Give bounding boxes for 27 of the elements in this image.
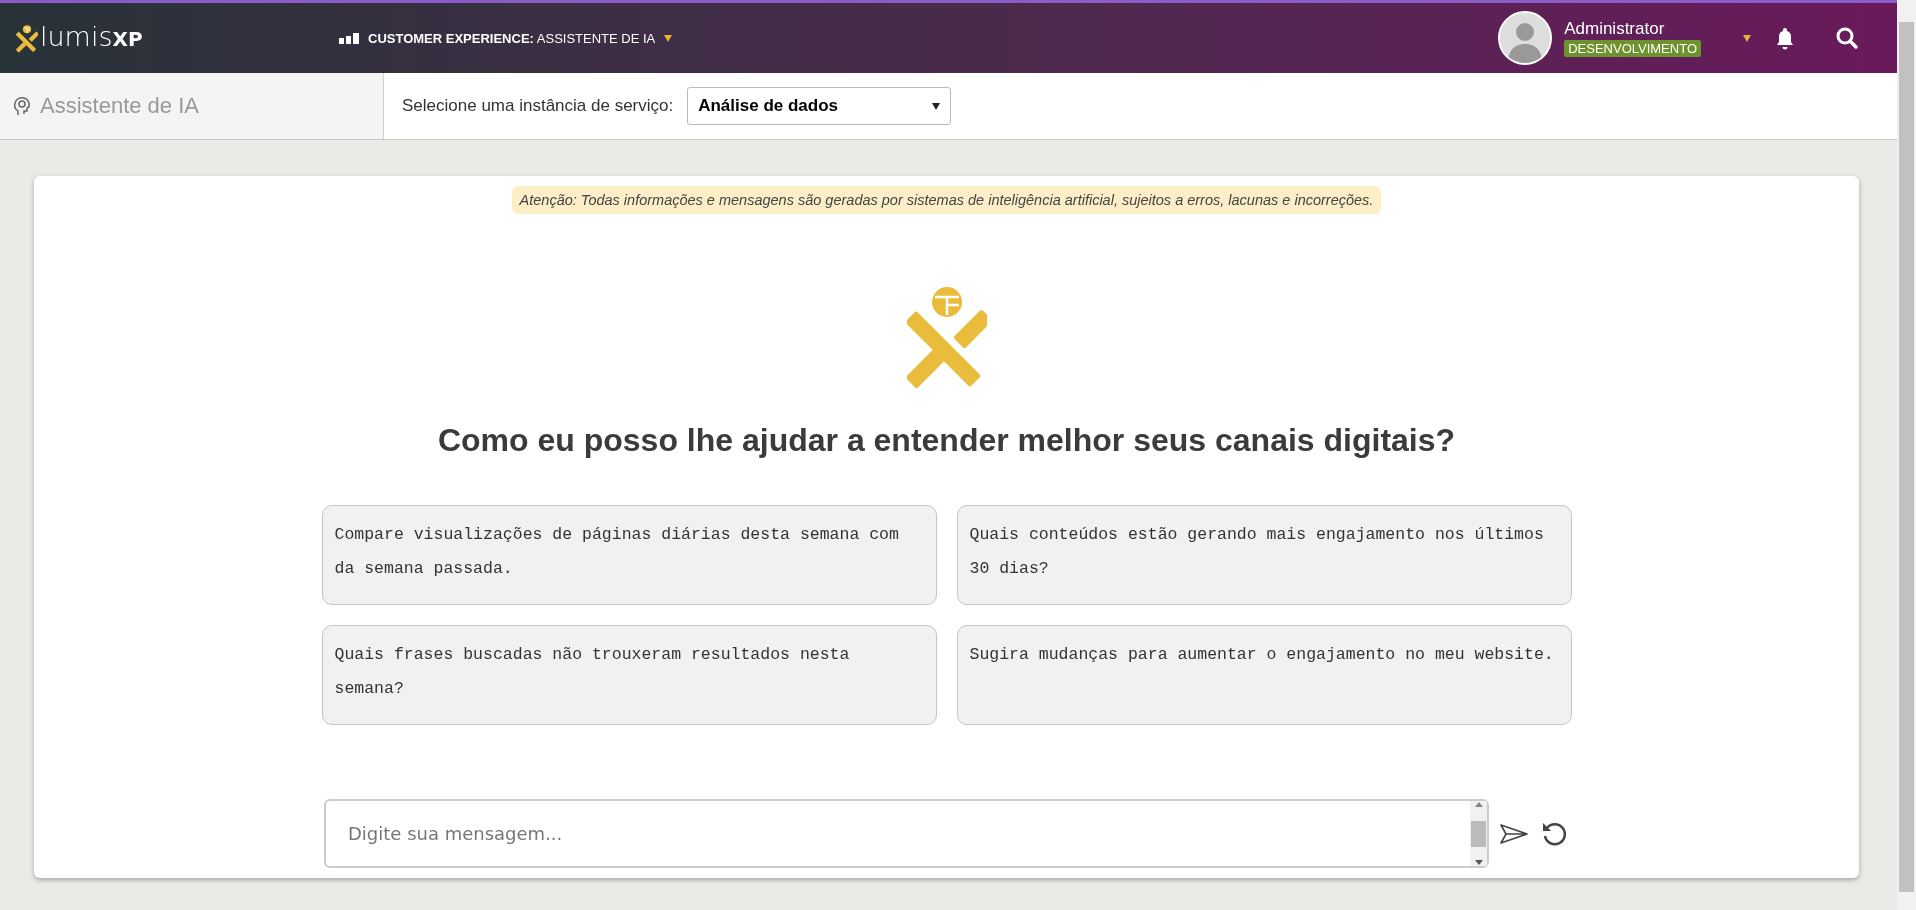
logo[interactable]: lumisXP	[40, 23, 143, 53]
mascot-icon	[906, 286, 987, 390]
chat-heading: Como eu posso lhe ajudar a entender melhor seus canais digitais?	[437, 422, 1456, 459]
message-box[interactable]: Digite sua mensagem...	[324, 799, 1489, 868]
search-icon[interactable]	[1835, 26, 1859, 50]
logo-icon	[16, 25, 38, 53]
head-gear-icon	[12, 96, 32, 116]
page-title: Assistente de IA	[40, 93, 199, 119]
caret-icon[interactable]	[932, 102, 941, 110]
suggestion-card[interactable]: Sugira mudanças para aumentar o engajamento no meu website.	[956, 625, 1572, 725]
caret-icon[interactable]	[1743, 34, 1751, 42]
instance-label: Selecione uma instância de serviço:	[402, 96, 674, 116]
scrollbar[interactable]	[1897, 0, 1916, 910]
suggestion-card[interactable]: Quais frases buscadas não trouxeram resultados nesta semana?	[321, 625, 937, 725]
context-selector[interactable]: CUSTOMER EXPERIENCE: ASSISTENTE DE IA	[368, 30, 656, 46]
environment-badge: DESENVOLVIMENTO	[1564, 40, 1701, 57]
instance-dropdown[interactable]: Análise de dados	[687, 87, 952, 125]
ai-notice: Atenção: Todas informações e mensagens são geradas por sistemas de inteligência artificial, sujeitos a erros, lacunas e incorreções.	[511, 186, 1382, 214]
user-name: Administrator	[1564, 19, 1666, 39]
input-scrollbar[interactable]	[1470, 801, 1487, 866]
bars-icon	[339, 32, 359, 44]
scroll-up-icon[interactable]	[1473, 801, 1484, 809]
suggestion-card[interactable]: Quais conteúdos estão gerando mais engajamento nos últimos 30 dias?	[956, 505, 1572, 605]
scroll-down-icon[interactable]	[1473, 858, 1484, 866]
caret-icon[interactable]	[664, 34, 673, 42]
suggestion-card[interactable]: Compare visualizações de páginas diárias desta semana com da semana passada.	[321, 505, 937, 605]
avatar[interactable]	[1498, 11, 1553, 65]
